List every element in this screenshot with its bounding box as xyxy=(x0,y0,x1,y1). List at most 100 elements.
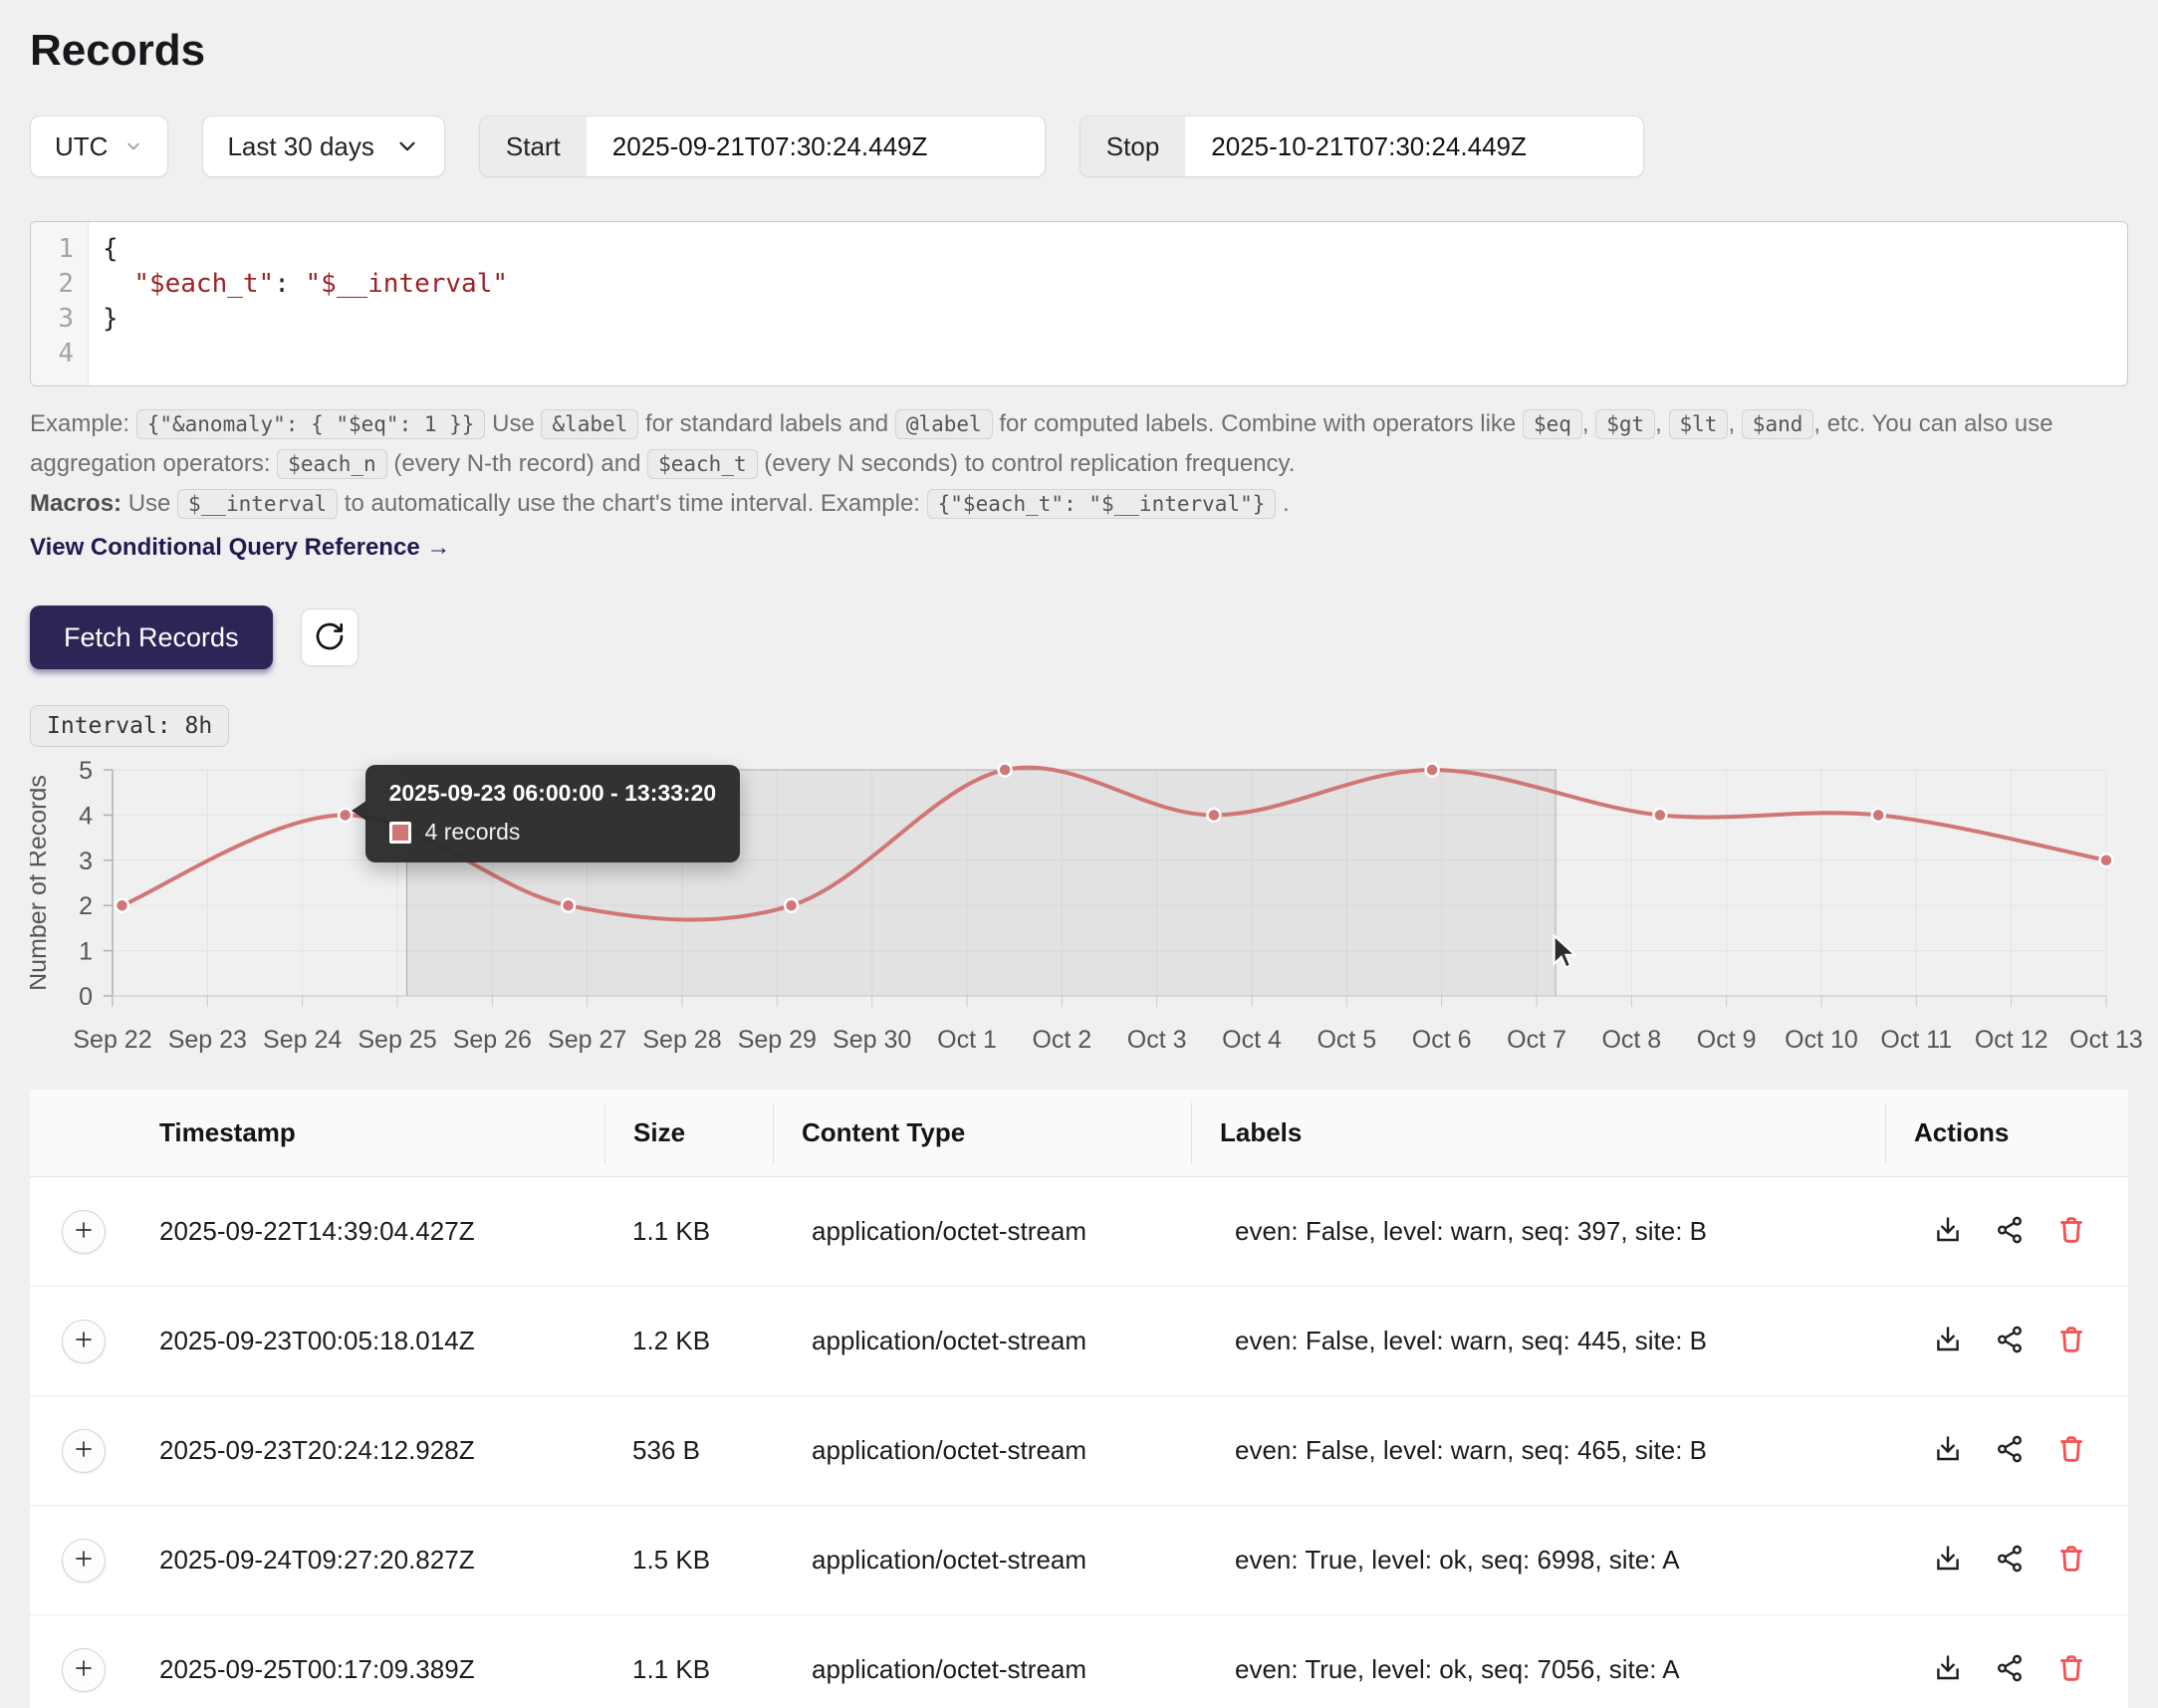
chart-svg[interactable]: 012345Sep 22Sep 23Sep 24Sep 25Sep 26Sep … xyxy=(30,757,2158,1061)
svg-text:Oct 9: Oct 9 xyxy=(1697,1026,1757,1054)
start-label: Start xyxy=(480,117,587,176)
data-point xyxy=(116,899,128,912)
labels-cell: even: True, level: ok, seq: 7056, site: … xyxy=(1191,1654,1885,1685)
help-line: Macros: Use $__interval to automatically… xyxy=(30,484,2128,524)
trash-icon xyxy=(2055,1214,2087,1249)
download-button[interactable] xyxy=(1932,1324,1964,1358)
download-button[interactable] xyxy=(1932,1652,1964,1687)
table-row: 2025-09-24T09:27:20.827Z1.5 KBapplicatio… xyxy=(30,1506,2128,1615)
range-select[interactable]: Last 30 days xyxy=(202,116,444,177)
code-chip: $each_t xyxy=(647,449,758,479)
delete-button[interactable] xyxy=(2055,1652,2087,1687)
actions-bar: Fetch Records xyxy=(30,606,2128,669)
download-button[interactable] xyxy=(1932,1433,1964,1468)
share-button[interactable] xyxy=(1994,1433,2026,1468)
svg-text:2: 2 xyxy=(79,892,93,920)
size-cell: 1.1 KB xyxy=(604,1216,773,1247)
expand-row-button[interactable] xyxy=(62,1648,106,1692)
svg-text:0: 0 xyxy=(79,983,93,1011)
table-row: 2025-09-23T00:05:18.014Z1.2 KBapplicatio… xyxy=(30,1287,2128,1396)
svg-text:Sep 22: Sep 22 xyxy=(73,1026,151,1054)
expand-row-button[interactable] xyxy=(62,1210,106,1254)
delete-button[interactable] xyxy=(2055,1433,2087,1468)
code-line: } xyxy=(103,302,2127,337)
stop-label: Stop xyxy=(1080,117,1186,176)
stop-datetime-group: Stop xyxy=(1079,116,1645,177)
labels-cell: even: False, level: warn, seq: 465, site… xyxy=(1191,1435,1885,1466)
svg-text:Oct 1: Oct 1 xyxy=(937,1026,997,1054)
share-button[interactable] xyxy=(1994,1324,2026,1358)
svg-text:Oct 7: Oct 7 xyxy=(1507,1026,1566,1054)
svg-text:Oct 3: Oct 3 xyxy=(1127,1026,1187,1054)
help-line: Example: {"&anomaly": { "$eq": 1 }} Use … xyxy=(30,404,2128,484)
download-button[interactable] xyxy=(1932,1214,1964,1249)
svg-text:Sep 25: Sep 25 xyxy=(358,1026,436,1054)
labels-cell: even: True, level: ok, seq: 6998, site: … xyxy=(1191,1545,1885,1576)
fetch-records-button[interactable]: Fetch Records xyxy=(30,606,273,669)
chart-selection-region xyxy=(407,770,1557,996)
data-point xyxy=(339,809,352,822)
timezone-select[interactable]: UTC xyxy=(30,116,168,177)
expand-row-button[interactable] xyxy=(62,1539,106,1583)
actions-cell xyxy=(1885,1324,2128,1358)
content-type-cell: application/octet-stream xyxy=(773,1654,1191,1685)
delete-button[interactable] xyxy=(2055,1214,2087,1249)
line-number: 2 xyxy=(31,267,88,302)
records-chart[interactable]: 012345Sep 22Sep 23Sep 24Sep 25Sep 26Sep … xyxy=(30,757,2158,1066)
line-number: 3 xyxy=(31,302,88,337)
svg-text:Sep 30: Sep 30 xyxy=(833,1026,911,1054)
chevron-down-icon xyxy=(394,133,420,159)
column-labels: Labels xyxy=(1191,1102,1885,1164)
query-editor[interactable]: 1234 { "$each_t": "$__interval"} xyxy=(30,221,2128,386)
table-body: 2025-09-22T14:39:04.427Z1.1 KB applicatio… xyxy=(30,1177,2128,1708)
column-expand xyxy=(30,1102,159,1164)
line-number: 4 xyxy=(31,337,88,371)
y-axis-label: Number of Records xyxy=(30,775,52,991)
plus-icon xyxy=(72,1218,96,1245)
expand-cell xyxy=(30,1429,159,1473)
start-input[interactable] xyxy=(587,117,1045,176)
trash-icon xyxy=(2055,1433,2087,1468)
share-button[interactable] xyxy=(1994,1214,2026,1249)
timestamp-cell: 2025-09-23T20:24:12.928Z xyxy=(159,1435,604,1466)
share-button[interactable] xyxy=(1994,1652,2026,1687)
download-icon xyxy=(1932,1324,1964,1358)
svg-text:Sep 28: Sep 28 xyxy=(642,1026,721,1054)
timestamp-cell: 2025-09-22T14:39:04.427Z xyxy=(159,1216,604,1247)
expand-row-button[interactable] xyxy=(62,1320,106,1363)
download-button[interactable] xyxy=(1932,1543,1964,1578)
table-header: Timestamp Size Content Type Labels Actio… xyxy=(30,1090,2128,1177)
delete-button[interactable] xyxy=(2055,1324,2087,1358)
editor-gutter: 1234 xyxy=(31,222,89,385)
stop-input[interactable] xyxy=(1185,117,1643,176)
help-text: (every N-th record) and xyxy=(387,450,647,477)
table-row: 2025-09-25T00:17:09.389Z1.1 KBapplicatio… xyxy=(30,1615,2128,1708)
conditional-query-reference-link[interactable]: View Conditional Query Reference → xyxy=(30,534,450,562)
actions-cell xyxy=(1885,1214,2128,1249)
timestamp-cell: 2025-09-23T00:05:18.014Z xyxy=(159,1326,604,1356)
data-point xyxy=(2100,854,2113,866)
svg-text:Oct 8: Oct 8 xyxy=(1601,1026,1661,1054)
code-chip: {"&anomaly": { "$eq": 1 }} xyxy=(136,409,486,439)
editor-code[interactable]: { "$each_t": "$__interval"} xyxy=(89,222,2127,385)
labels-cell: even: False, level: warn, seq: 397, site… xyxy=(1191,1216,1885,1247)
code-chip: &label xyxy=(541,409,638,439)
code-chip: $lt xyxy=(1669,409,1729,439)
help-text: (every N seconds) to control replication… xyxy=(758,450,1296,477)
delete-button[interactable] xyxy=(2055,1543,2087,1578)
code-line: "$each_t": "$__interval" xyxy=(103,267,2127,302)
content-type-cell: application/octet-stream xyxy=(773,1326,1191,1356)
column-size: Size xyxy=(604,1102,773,1164)
expand-cell xyxy=(30,1648,159,1692)
share-button[interactable] xyxy=(1994,1543,2026,1578)
expand-row-button[interactable] xyxy=(62,1429,106,1473)
actions-cell xyxy=(1885,1652,2128,1687)
code-chip: $and xyxy=(1742,409,1814,439)
expand-cell xyxy=(30,1539,159,1583)
help-text: for standard labels and xyxy=(638,410,895,437)
refresh-button[interactable] xyxy=(301,609,359,666)
size-cell: 1.2 KB xyxy=(604,1326,773,1356)
code-chip: $each_n xyxy=(277,449,387,479)
line-number: 1 xyxy=(31,232,88,267)
expand-cell xyxy=(30,1320,159,1363)
